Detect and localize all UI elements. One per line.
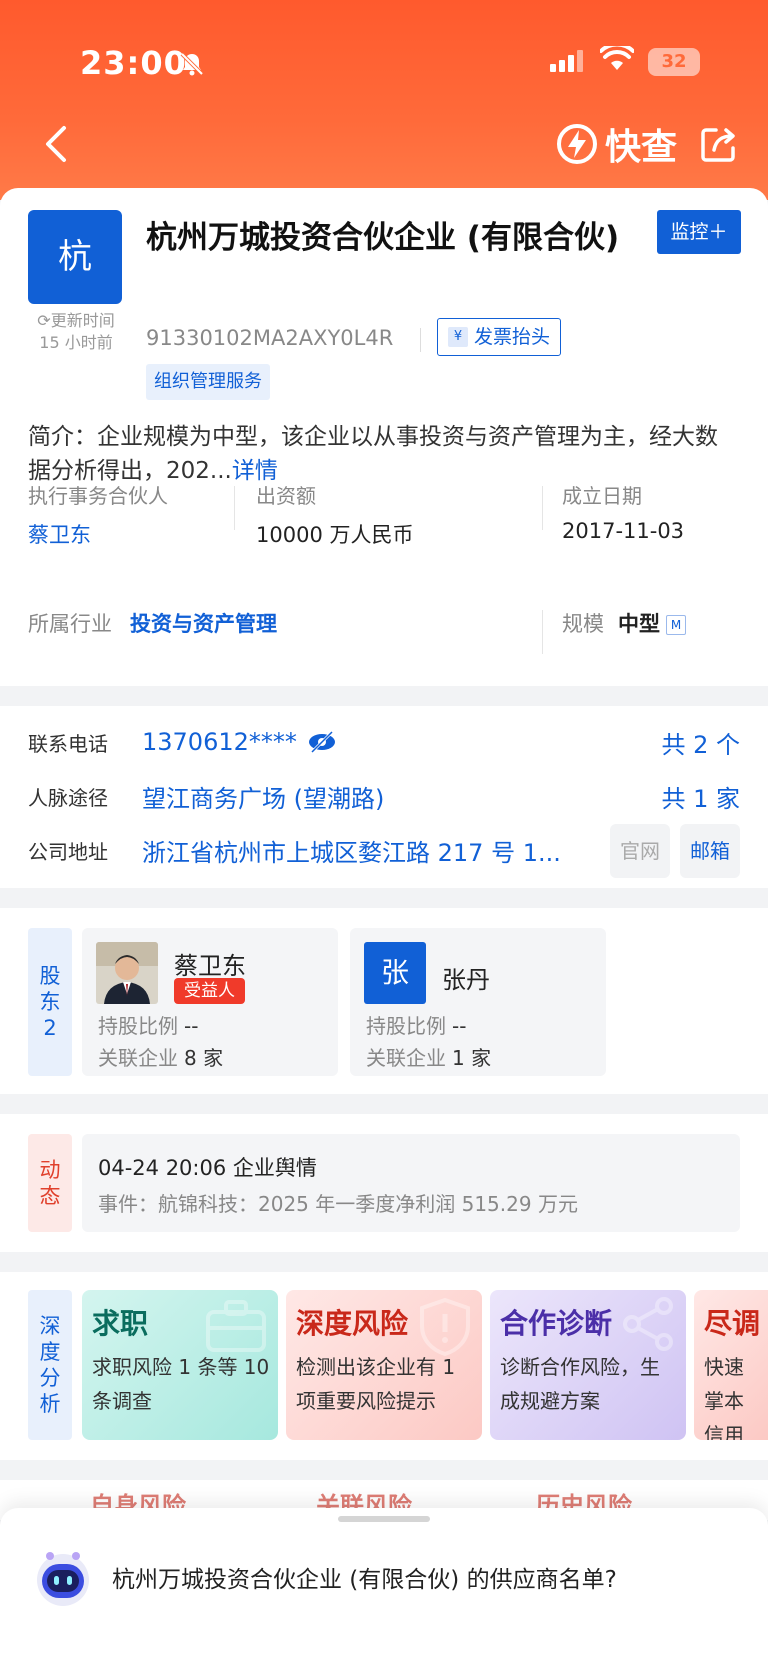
invoice-title-button[interactable]: ¥ 发票抬头 <box>437 318 562 356</box>
network-row[interactable]: 人脉途径 望江商务广场 (望潮路) 共 1 家 <box>28 776 740 816</box>
app-header: 23:00 32 快查 <box>0 0 768 200</box>
avatar: 张 <box>364 942 426 1004</box>
analysis-tile-cooperation[interactable]: 合作诊断 诊断合作风险，生成规避方案 <box>490 1290 686 1440</box>
brand-logo: 快查 <box>555 118 677 170</box>
scale-field: 规模 中型 M <box>562 608 686 638</box>
partner-field: 执行事务合伙人 蔡卫东 <box>28 484 168 549</box>
industry-tag[interactable]: 组织管理服务 <box>146 364 270 400</box>
briefcase-icon <box>206 1300 266 1352</box>
analysis-card: 深 度 分 析 求职 求职风险 1 条等 10 条调查 深度风险 检测出该企业有… <box>0 1272 768 1460</box>
battery-indicator: 32 <box>648 48 700 76</box>
back-arrow-icon[interactable] <box>36 122 76 166</box>
shareholders-label[interactable]: 股 东 2 <box>28 928 72 1076</box>
company-name: 杭州万城投资合伙企业 (有限合伙) <box>146 220 620 256</box>
wifi-icon <box>600 46 634 70</box>
company-intro: 简介：企业规模为中型，该企业以从事投资与资产管理为主，经大数据分析得出，202.… <box>28 424 718 484</box>
shareholder-item[interactable]: 蔡卫东 受益人 持股比例 -- 关联企业 8 家 <box>82 928 338 1076</box>
founded-field: 成立日期 2017-11-03 <box>562 484 685 543</box>
share-icon[interactable] <box>698 124 738 164</box>
partner-link[interactable]: 蔡卫东 <box>28 519 168 549</box>
industry-field: 所属行业 投资与资产管理 <box>28 612 277 636</box>
divider <box>234 486 235 530</box>
news-card: 动 态 04-24 20:06 企业舆情 事件：航锦科技：2025 年一季度净利… <box>0 1114 768 1252</box>
robot-assistant-icon[interactable] <box>32 1546 94 1608</box>
signal-icon <box>550 50 583 72</box>
assistant-sheet[interactable]: 杭州万城投资合伙企业 (有限合伙) 的供应商名单? <box>0 1508 768 1670</box>
website-button[interactable]: 官网 <box>610 824 670 878</box>
analysis-tile-risk[interactable]: 深度风险 检测出该企业有 1 项重要风险提示 <box>286 1290 482 1440</box>
news-label[interactable]: 动 态 <box>28 1134 72 1232</box>
monitor-button[interactable]: 监控＋ <box>657 210 741 254</box>
company-info-card: 杭 ⟳更新时间 15 小时前 杭州万城投资合伙企业 (有限合伙) 监控＋ 913… <box>0 188 768 686</box>
drag-handle[interactable] <box>338 1516 430 1522</box>
network-link[interactable]: 望江商务广场 (望潮路) <box>142 779 384 814</box>
divider <box>542 610 543 654</box>
company-logo: 杭 <box>28 210 122 304</box>
phone-row[interactable]: 联系电话 1370612**** 共 2 个 <box>28 722 740 762</box>
contact-card: 联系电话 1370612**** 共 2 个 人脉途径 望江商务广场 (望潮路)… <box>0 706 768 888</box>
capital-field: 出资额 10000 万人民币 <box>256 484 414 547</box>
industry-link[interactable]: 投资与资产管理 <box>130 612 277 636</box>
address-link[interactable]: 浙江省杭州市上城区婺江路 217 号 1... <box>142 833 561 868</box>
scale-badge: M <box>666 615 686 635</box>
avatar <box>96 942 158 1004</box>
shield-alert-icon <box>420 1297 470 1357</box>
eye-hidden-icon[interactable] <box>307 730 337 754</box>
brand-name: 快查 <box>605 127 678 168</box>
analysis-tile-job[interactable]: 求职 求职风险 1 条等 10 条调查 <box>82 1290 278 1440</box>
beneficiary-badge: 受益人 <box>174 978 245 1004</box>
news-item[interactable]: 04-24 20:06 企业舆情 事件：航锦科技：2025 年一季度净利润 51… <box>82 1134 740 1232</box>
analysis-label[interactable]: 深 度 分 析 <box>28 1290 72 1440</box>
divider <box>420 328 421 352</box>
shareholder-item[interactable]: 张 张丹 持股比例 -- 关联企业 1 家 <box>350 928 606 1076</box>
network-count[interactable]: 共 1 家 <box>661 779 740 814</box>
status-time: 23:00 <box>80 44 187 82</box>
phone-number[interactable]: 1370612**** <box>142 728 297 756</box>
mute-bell-icon <box>180 52 204 76</box>
assistant-question[interactable]: 杭州万城投资合伙企业 (有限合伙) 的供应商名单? <box>112 1560 617 1594</box>
lightning-icon <box>557 124 597 164</box>
shareholders-card: 股 东 2 蔡卫东 受益人 持股比例 -- 关联企业 8 家 张 张丹 持股比例 --… <box>0 908 768 1094</box>
divider <box>542 486 543 530</box>
email-button[interactable]: 邮箱 <box>680 824 740 878</box>
refresh-icon: ⟳ <box>37 311 51 330</box>
yen-icon: ¥ <box>448 327 468 347</box>
analysis-tile-due-diligence[interactable]: 尽调 快速掌本信用 <box>694 1290 768 1440</box>
phone-count[interactable]: 共 2 个 <box>661 725 740 760</box>
share-nodes-icon <box>623 1297 673 1351</box>
update-time[interactable]: ⟳更新时间 15 小时前 <box>26 310 126 354</box>
credit-code: 91330102MA2AXY0L4R <box>146 326 394 350</box>
